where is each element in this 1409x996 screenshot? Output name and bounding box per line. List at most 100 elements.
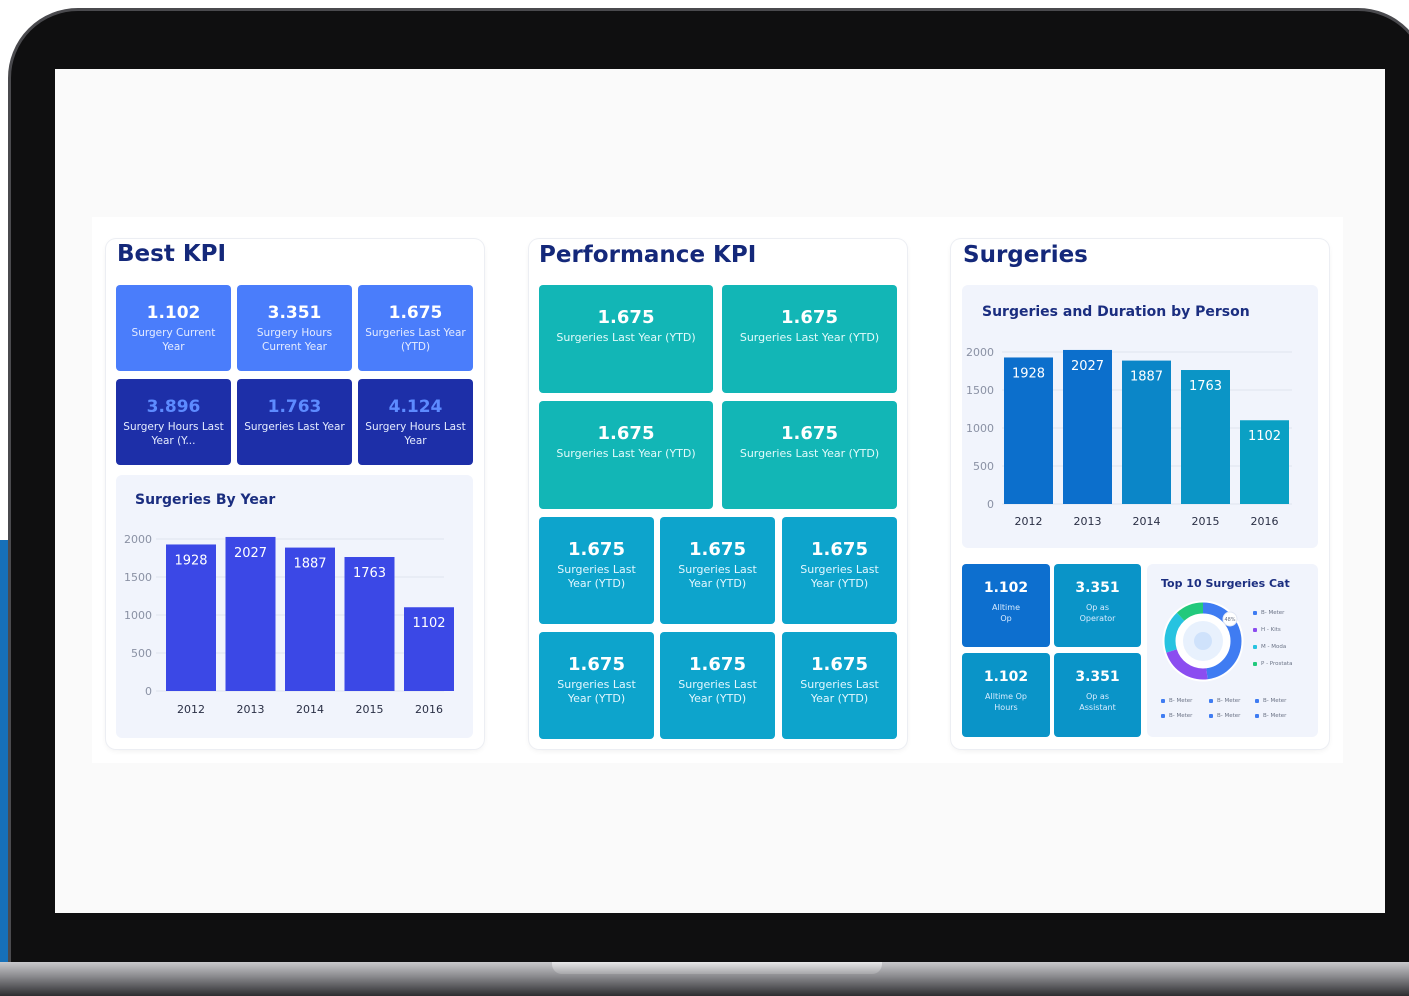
y-tick-label: 1500 [124,571,152,584]
legend-swatch [1161,714,1165,718]
legend-item: H - Kits [1253,627,1281,633]
legend-label: B- Meter [1169,698,1193,704]
kpi-value: 1.675 [781,307,838,328]
y-tick-label: 0 [987,498,994,511]
kpi-label: Surgeries Last Year (YTD) [678,678,757,705]
kpi-tile-surgeries-last-year[interactable]: 1.763 Surgeries Last Year [237,379,352,465]
surgeries-title: Surgeries [963,242,1088,268]
best-kpi-title: Best KPI [117,241,227,267]
perf-tile-7[interactable]: 1.675 Surgeries Last Year (YTD) [782,517,897,624]
legend-swatch [1161,699,1165,703]
y-tick-label: 500 [973,460,994,473]
kpi-tile-surgery-hours-current-year[interactable]: 3.351 Surgery Hours Current Year [237,285,352,371]
kpi-value: 1.675 [811,654,868,675]
perf-tile-3[interactable]: 1.675 Surgeries Last Year (YTD) [539,401,713,509]
mini-tile-alltime-op[interactable]: 1.102 Alltime Op [962,564,1050,647]
kpi-value: 3.351 [267,303,322,323]
kpi-tile-surgeries-last-year-ytd[interactable]: 1.675 Surgeries Last Year (YTD) [358,285,473,371]
y-tick-label: 1000 [124,609,152,622]
x-tick-label: 2012 [177,703,205,716]
kpi-value: 1.675 [689,654,746,675]
kpi-label: Surgeries Last Year (YTD) [800,563,879,590]
data-label: 1887 [293,557,326,572]
donut-center-inner [1194,632,1212,650]
top-surgeries-card: Top 10 Surgeries Cat 48% B- Meter H - Ki… [1147,564,1318,737]
perf-tile-4[interactable]: 1.675 Surgeries Last Year (YTD) [722,401,897,509]
laptop-screen: Best KPI 1.102 Surgery Current Year 3.35… [55,69,1385,913]
legend-item: B- Meter [1209,698,1240,704]
kpi-value: 4.124 [388,397,443,417]
mini-label: Alltime Op Hours [985,692,1027,712]
surgeries-panel: Surgeries Surgeries and Duration by Pers… [951,239,1329,749]
legend-label: P - Prostata [1261,661,1293,667]
legend-label: B- Meter [1263,698,1287,704]
y-tick-label: 2000 [124,533,152,546]
x-tick-label: 2013 [237,703,265,716]
mini-tile-op-as-assistant[interactable]: 3.351 Op as Assistant [1054,653,1141,737]
perf-tile-8[interactable]: 1.675 Surgeries Last Year (YTD) [539,632,654,739]
legend-swatch [1253,662,1257,666]
legend-item: B- Meter [1255,713,1286,719]
data-label: 1887 [1130,370,1163,385]
laptop-notch [552,962,882,974]
kpi-label: Surgery Hours Last Year [365,421,466,447]
perf-tile-6[interactable]: 1.675 Surgeries Last Year (YTD) [660,517,775,624]
data-label: 2027 [234,546,267,561]
legend-item: B- Meter [1253,610,1284,616]
legend-swatch [1253,611,1257,615]
legend-swatch [1209,714,1213,718]
kpi-label: Surgery Current Year [131,327,216,353]
kpi-tile-surgery-hours-last-year-y[interactable]: 3.896 Surgery Hours Last Year (Y... [116,379,231,465]
data-label: 2027 [1071,359,1104,374]
kpi-label: Surgeries Last Year (YTD) [678,563,757,590]
kpi-label: Surgeries Last Year (YTD) [557,678,636,705]
legend-swatch [1253,645,1257,649]
mini-value: 1.102 [983,669,1029,685]
legend-label: B- Meter [1263,713,1287,719]
y-tick-label: 1500 [966,384,994,397]
performance-kpi-panel: Performance KPI 1.675 Surgeries Last Yea… [529,239,907,749]
kpi-value: 1.763 [267,397,322,417]
legend-swatch [1253,628,1257,632]
perf-tile-9[interactable]: 1.675 Surgeries Last Year (YTD) [660,632,775,739]
kpi-value: 1.675 [568,539,625,560]
kpi-label: Surgeries Last Year (YTD) [556,447,696,460]
stage: Best KPI 1.102 Surgery Current Year 3.35… [0,0,1409,996]
legend-item: B- Meter [1161,698,1192,704]
data-label: 1102 [1248,429,1281,444]
legend-label: B- Meter [1217,698,1241,704]
mini-tile-alltime-op-hours[interactable]: 1.102 Alltime Op Hours [962,653,1050,737]
legend-item: B- Meter [1161,713,1192,719]
data-label: 1763 [353,566,386,581]
kpi-value: 1.102 [146,303,201,323]
mini-label: Op as Assistant [1079,692,1116,712]
performance-kpi-title: Performance KPI [539,242,757,268]
legend-item: M - Moda [1253,644,1286,650]
y-tick-label: 2000 [966,346,994,359]
mini-tile-op-as-operator[interactable]: 3.351 Op as Operator [1054,564,1141,647]
legend-swatch [1209,699,1213,703]
kpi-tile-surgery-current-year[interactable]: 1.102 Surgery Current Year [116,285,231,371]
x-tick-label: 2013 [1074,515,1102,528]
legend-swatch [1255,699,1259,703]
donut-center-label: 48% [1224,617,1235,623]
mini-value: 3.351 [1075,580,1120,596]
top-surgeries-donut: 48% [1162,600,1244,682]
legend-swatch [1255,714,1259,718]
x-tick-label: 2016 [415,703,443,716]
kpi-label: Surgeries Last Year [244,421,345,433]
duration-by-person-chart: 0 500 1000 1500 2000 1928 2012 2027 2013 1887 2014… [966,346,1292,528]
perf-tile-1[interactable]: 1.675 Surgeries Last Year (YTD) [539,285,713,393]
kpi-value: 1.675 [568,654,625,675]
legend-label: B- Meter [1217,713,1241,719]
perf-tile-10[interactable]: 1.675 Surgeries Last Year (YTD) [782,632,897,739]
y-tick-label: 500 [131,647,152,660]
legend-item: P - Prostata [1253,661,1292,667]
surgeries-by-year-card: Surgeries By Year 0 500 1000 1500 2000 1928 20… [116,475,473,738]
mini-label: Alltime Op [992,603,1020,623]
perf-tile-5[interactable]: 1.675 Surgeries Last Year (YTD) [539,517,654,624]
legend-label: B- Meter [1169,713,1193,719]
perf-tile-2[interactable]: 1.675 Surgeries Last Year (YTD) [722,285,897,393]
kpi-tile-surgery-hours-last-year[interactable]: 4.124 Surgery Hours Last Year [358,379,473,465]
data-label: 1102 [412,616,445,631]
